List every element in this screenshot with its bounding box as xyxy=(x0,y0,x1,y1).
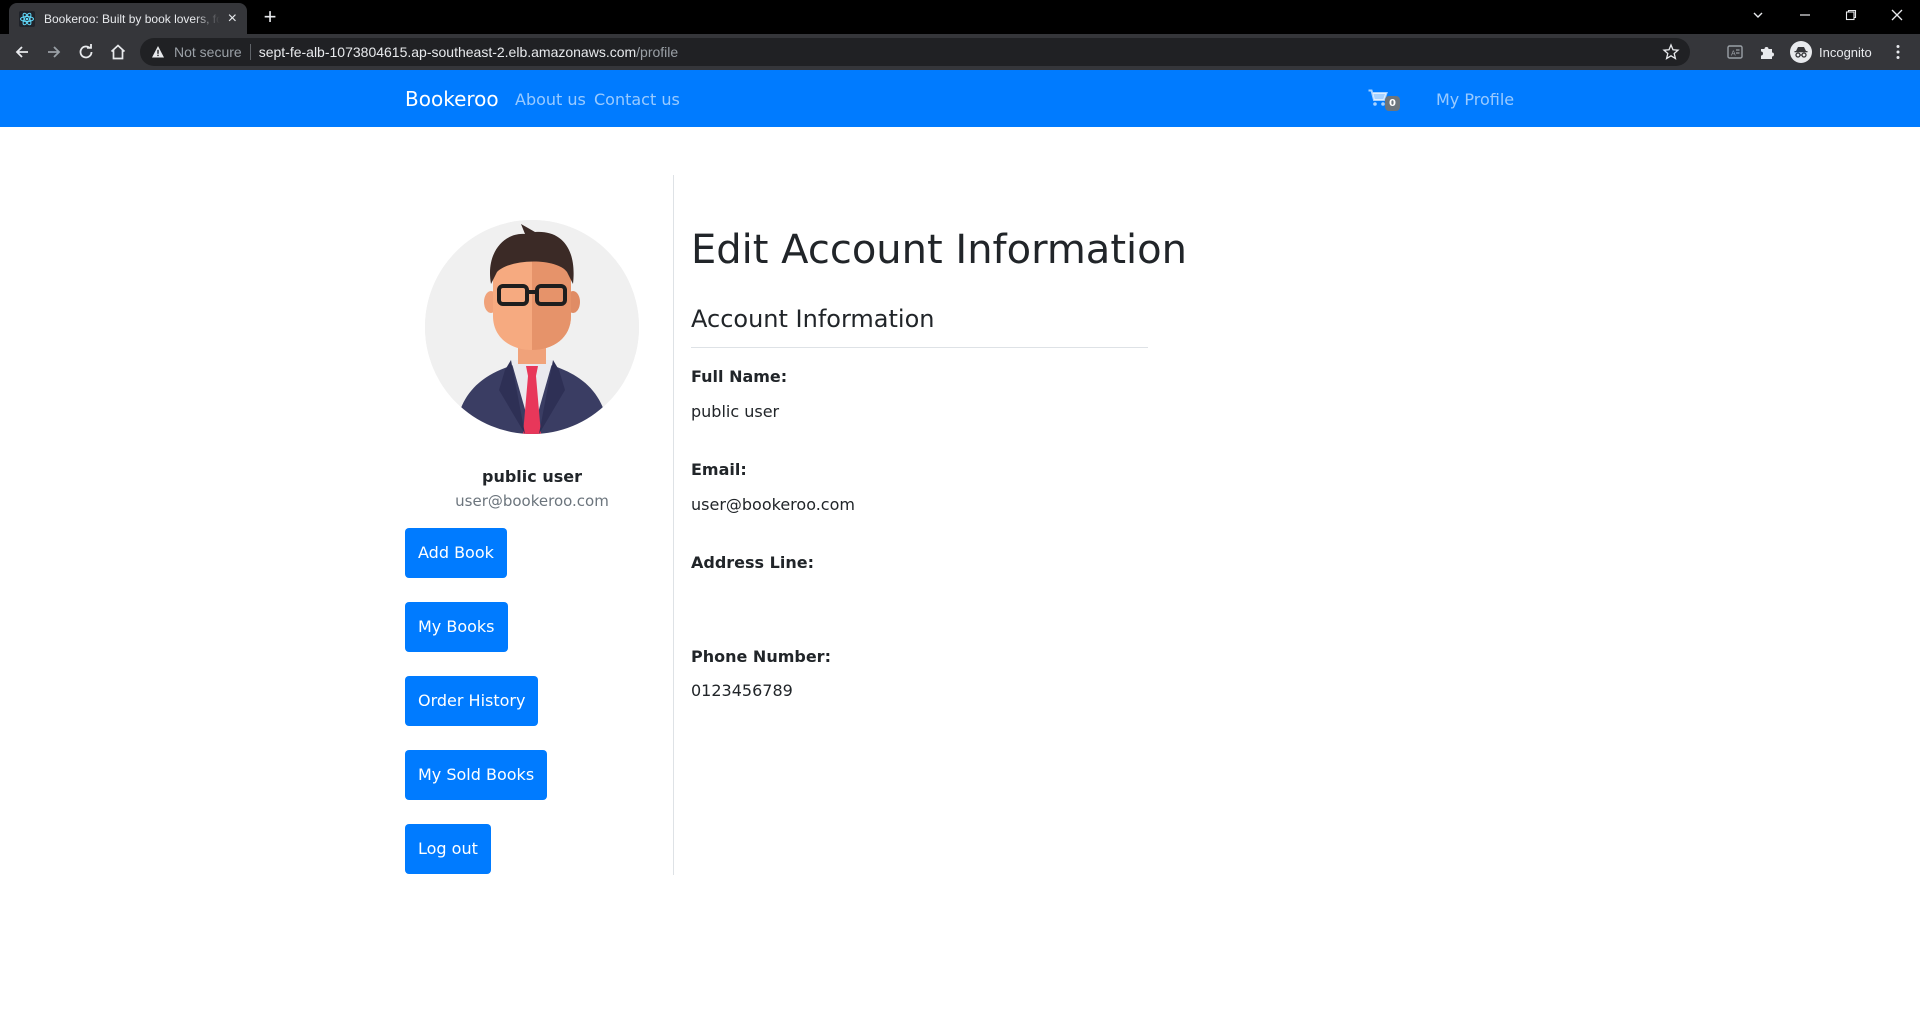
section-divider xyxy=(691,347,1148,348)
not-secure-label: Not secure xyxy=(174,44,242,60)
incognito-label: Incognito xyxy=(1819,44,1872,60)
log-out-button[interactable]: Log out xyxy=(405,824,491,874)
bookmark-star-icon[interactable] xyxy=(1662,43,1680,61)
browser-tab[interactable]: Bookeroo: Built by book lovers, for book… xyxy=(9,3,247,34)
email-label: Email: xyxy=(691,460,747,479)
forward-arrow-icon[interactable] xyxy=(42,40,66,64)
restore-icon[interactable] xyxy=(1828,0,1874,30)
phone-number-label: Phone Number: xyxy=(691,647,831,666)
home-icon[interactable] xyxy=(106,40,130,64)
sidebar-user-name: public user xyxy=(482,467,582,486)
site-navbar: Bookeroo About us Contact us 0 My Profil… xyxy=(0,70,1920,127)
full-name-label: Full Name: xyxy=(691,367,788,386)
omnibox-divider xyxy=(249,44,251,60)
browser-tab-bar: Bookeroo: Built by book lovers, for book… xyxy=(0,0,1920,34)
tab-close-icon[interactable]: × xyxy=(228,10,237,27)
incognito-icon xyxy=(1790,41,1812,63)
warning-icon[interactable] xyxy=(150,44,166,60)
order-history-button[interactable]: Order History xyxy=(405,676,539,726)
email-value: user@bookeroo.com xyxy=(691,495,855,514)
svg-text:A: A xyxy=(1731,51,1736,58)
nav-contact-us[interactable]: Contact us xyxy=(594,90,680,109)
new-tab-button[interactable]: + xyxy=(258,5,282,29)
address-line-label: Address Line: xyxy=(691,553,814,572)
browser-menu-icon[interactable] xyxy=(1886,40,1910,64)
tab-search-icon[interactable] xyxy=(1735,0,1781,30)
cart-button[interactable]: 0 xyxy=(1368,89,1400,112)
section-title: Account Information xyxy=(691,305,935,333)
page-title: Edit Account Information xyxy=(691,227,1187,273)
tab-title: Bookeroo: Built by book lovers, for book… xyxy=(44,11,220,26)
browser-toolbar: Not secure sept-fe-alb-1073804615.ap-sou… xyxy=(0,34,1920,70)
my-sold-books-button[interactable]: My Sold Books xyxy=(405,750,548,800)
minimize-icon[interactable] xyxy=(1782,0,1828,30)
address-bar[interactable]: Not secure sept-fe-alb-1073804615.ap-sou… xyxy=(140,38,1690,66)
add-book-button[interactable]: Add Book xyxy=(405,528,507,578)
full-name-value: public user xyxy=(691,402,780,421)
extensions-puzzle-icon[interactable] xyxy=(1755,40,1779,64)
back-arrow-icon[interactable] xyxy=(10,40,34,64)
brand-logo[interactable]: Bookeroo xyxy=(405,87,499,111)
nav-about-us[interactable]: About us xyxy=(515,90,586,109)
profile-sidebar: public user user@bookeroo.com Add Book M… xyxy=(405,175,674,875)
url-path: /profile xyxy=(636,44,679,60)
cart-count-badge: 0 xyxy=(1385,95,1400,111)
avatar xyxy=(425,220,639,434)
incognito-profile-button[interactable]: Incognito xyxy=(1790,40,1872,64)
reader-mode-icon[interactable]: A xyxy=(1723,40,1747,64)
window-close-icon[interactable] xyxy=(1874,0,1920,30)
nav-my-profile[interactable]: My Profile xyxy=(1436,90,1514,109)
sidebar-user-email: user@bookeroo.com xyxy=(455,492,609,510)
reload-icon[interactable] xyxy=(74,40,98,64)
phone-number-value: 0123456789 xyxy=(691,681,793,700)
url-host: sept-fe-alb-1073804615.ap-southeast-2.el… xyxy=(258,44,637,60)
my-books-button[interactable]: My Books xyxy=(405,602,508,652)
react-icon xyxy=(19,10,35,27)
